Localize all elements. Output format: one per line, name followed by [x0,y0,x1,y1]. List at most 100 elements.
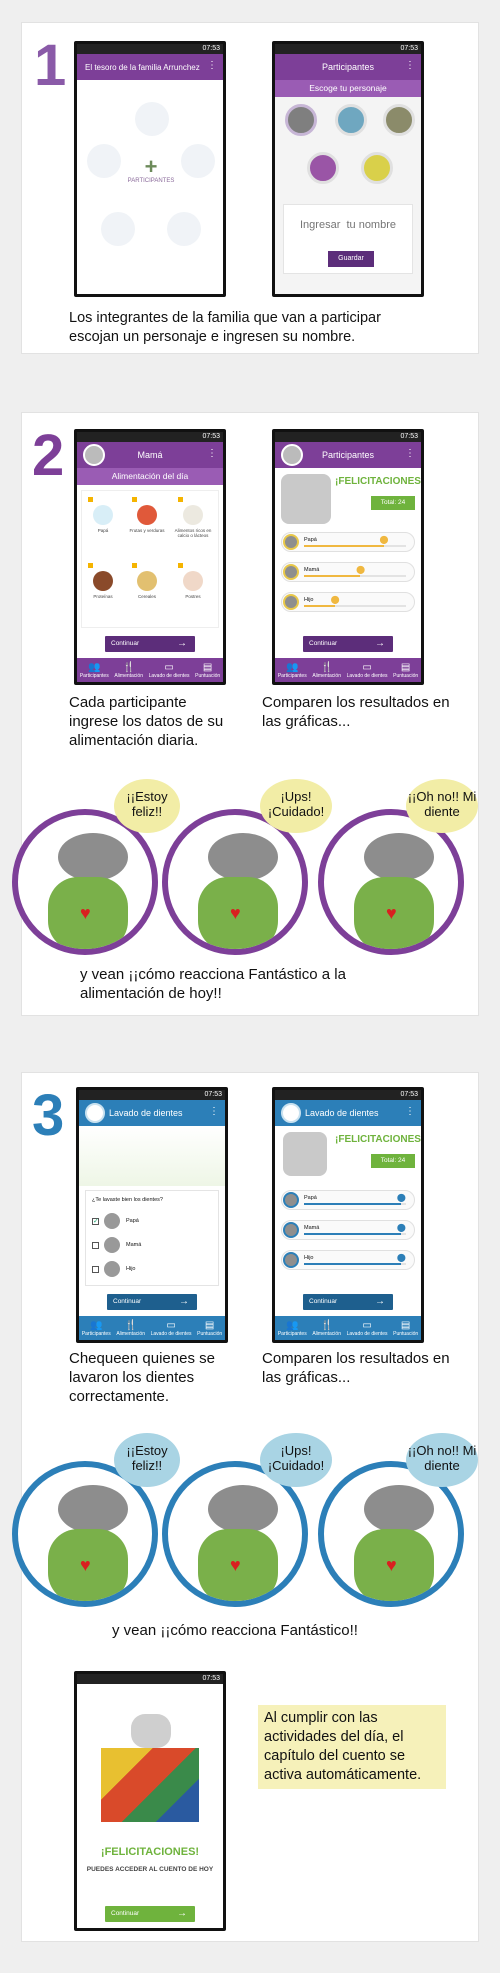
name-input[interactable] [290,215,406,235]
nav-teeth[interactable]: ▭ Lavado de dientes [347,662,388,679]
bottom-nav: 👥 Participantes 🍴 Alimentación ▭ Lavado de … [275,658,421,682]
status-bar: 07:53 [77,44,223,54]
mouse-head [364,833,434,881]
checkbox[interactable] [88,563,93,568]
save-button[interactable]: Guardar [328,251,374,267]
status-bar: 07:53 [77,1674,223,1684]
nav-teeth[interactable]: ▭ Lavado de dientes [347,1320,388,1337]
status-bar: 07:53 [275,432,421,442]
phone-results: 07:53 Participantes ⋮ ¡FELICITACIONES! T… [272,429,424,685]
character-option[interactable] [335,104,367,136]
food-item[interactable]: Frutas y verduras [128,505,166,533]
avatar [104,1237,120,1253]
section-2-card: 2 07:53 Mamá ⋮ Alimentación del día Papá… [12,412,479,1016]
step-2-left-description: Cada participante ingrese los datos de s… [69,694,224,749]
nav-score[interactable]: ▤ Puntuación [197,1320,222,1337]
arrow-right-icon: → [375,638,385,649]
checkbox[interactable] [88,497,93,502]
avatar [83,444,105,466]
step-number-2: 2 [32,423,65,488]
add-participants-button[interactable]: + PARTICIPANTES [119,156,183,204]
avatar [283,1252,299,1268]
nav-food[interactable]: 🍴 Alimentación [312,1320,341,1337]
phone-home: 07:53 El tesoro de la familia Arrunchez … [74,41,226,297]
slot-circle[interactable] [167,212,201,246]
overflow-menu-icon[interactable]: ⋮ [207,448,217,459]
toothbrush-icon: ▭ [166,1319,176,1331]
character-option[interactable] [285,104,317,136]
nav-teeth[interactable]: ▭ Lavado de dientes [151,1320,192,1337]
checkbox[interactable] [178,563,183,568]
checkbox[interactable] [92,1242,99,1249]
food-item[interactable]: Proteínas [84,571,122,599]
nav-teeth[interactable]: ▭ Lavado de dientes [149,662,190,679]
overflow-menu-icon[interactable]: ⋮ [405,448,415,459]
food-item[interactable]: Papá [84,505,122,533]
food-item[interactable]: Alimentos ricos en calcio o lácteos [174,505,212,538]
food-item[interactable]: Postres [174,571,212,599]
continue-button[interactable]: → Continuar [105,1906,195,1922]
overflow-menu-icon[interactable]: ⋮ [209,1106,219,1117]
section-1-card: 1 07:53 El tesoro de la familia Arrunche… [21,22,479,354]
mouse-illustration [283,1132,327,1176]
nav-food[interactable]: 🍴 Alimentación [114,662,143,679]
bottom-nav: 👥 Participantes 🍴 Alimentación ▭ Lavado de … [275,1316,421,1340]
step-number-3: 3 [32,1083,65,1148]
avatar [283,594,299,610]
nav-participants[interactable]: 👥 Participantes [278,1320,307,1337]
check-row[interactable]: Mamá [92,1237,212,1255]
continue-button[interactable]: → Continuar [107,1294,197,1310]
checkbox[interactable] [178,497,183,502]
character-option[interactable] [307,152,339,184]
checkbox[interactable] [92,1266,99,1273]
checkbox[interactable] [132,497,137,502]
app-title: El tesoro de la familia Arrunchez [85,62,200,72]
cutlery-icon: 🍴 [320,661,333,673]
speech-bubble: ¡¡Oh no!! Mi diente [406,1433,478,1487]
overflow-menu-icon[interactable]: ⋮ [207,60,217,71]
dessert-icon [183,571,203,591]
app-title: Lavado de dientes [305,1108,379,1118]
app-title: Lavado de dientes [109,1108,183,1118]
avatar [281,444,303,466]
arrow-right-icon: → [177,1908,187,1919]
app-bar: Lavado de dientes ⋮ [79,1100,225,1126]
continue-button[interactable]: → Continuar [303,1294,393,1310]
character-option[interactable] [361,152,393,184]
story-note: Al cumplir con las actividades del día, … [258,1705,446,1789]
avatar [283,1222,299,1238]
slot-circle[interactable] [135,102,169,136]
nav-score[interactable]: ▤ Puntuación [393,662,418,679]
slot-circle[interactable] [87,144,121,178]
mouse-head [208,1485,278,1533]
check-row[interactable]: ✓ Papá [92,1213,212,1231]
slot-circle[interactable] [101,212,135,246]
nav-score[interactable]: ▤ Puntuación [195,662,220,679]
nav-food[interactable]: 🍴 Alimentación [116,1320,145,1337]
congrats-title: ¡FELICITACIONES! [100,1846,200,1858]
app-bar: Participantes ⋮ [275,54,421,80]
food-item[interactable]: Cereales [128,571,166,599]
slot-circle[interactable] [181,144,215,178]
character-option[interactable] [383,104,415,136]
story-message: PUEDES ACCEDER AL CUENTO DE HOY [86,1866,214,1873]
speech-bubble: ¡¡Oh no!! Mi diente [406,779,478,833]
overflow-menu-icon[interactable]: ⋮ [405,60,415,71]
section-3-card: 3 07:53 Lavado de dientes ⋮ ¿Te lavaste … [12,1072,479,1942]
continue-button[interactable]: → Continuar [105,636,195,652]
nav-food[interactable]: 🍴 Alimentación [312,662,341,679]
checkbox-checked[interactable]: ✓ [92,1218,99,1225]
nav-participants[interactable]: 👥 Participantes [80,662,109,679]
check-row[interactable]: Hijo [92,1261,212,1279]
nav-participants[interactable]: 👥 Participantes [278,662,307,679]
nav-participants[interactable]: 👥 Participantes [82,1320,111,1337]
toothbrush-icon: ▭ [362,661,372,673]
nav-score[interactable]: ▤ Puntuación [393,1320,418,1337]
arrow-right-icon: → [179,1296,189,1307]
overflow-menu-icon[interactable]: ⋮ [405,1106,415,1117]
continue-button[interactable]: → Continuar [303,636,393,652]
app-bar: Participantes ⋮ [275,442,421,468]
checkbox[interactable] [132,563,137,568]
speech-bubble: ¡¡Estoy feliz!! [114,779,180,833]
speech-bubble: ¡Ups! ¡Cuidado! [260,1433,332,1487]
